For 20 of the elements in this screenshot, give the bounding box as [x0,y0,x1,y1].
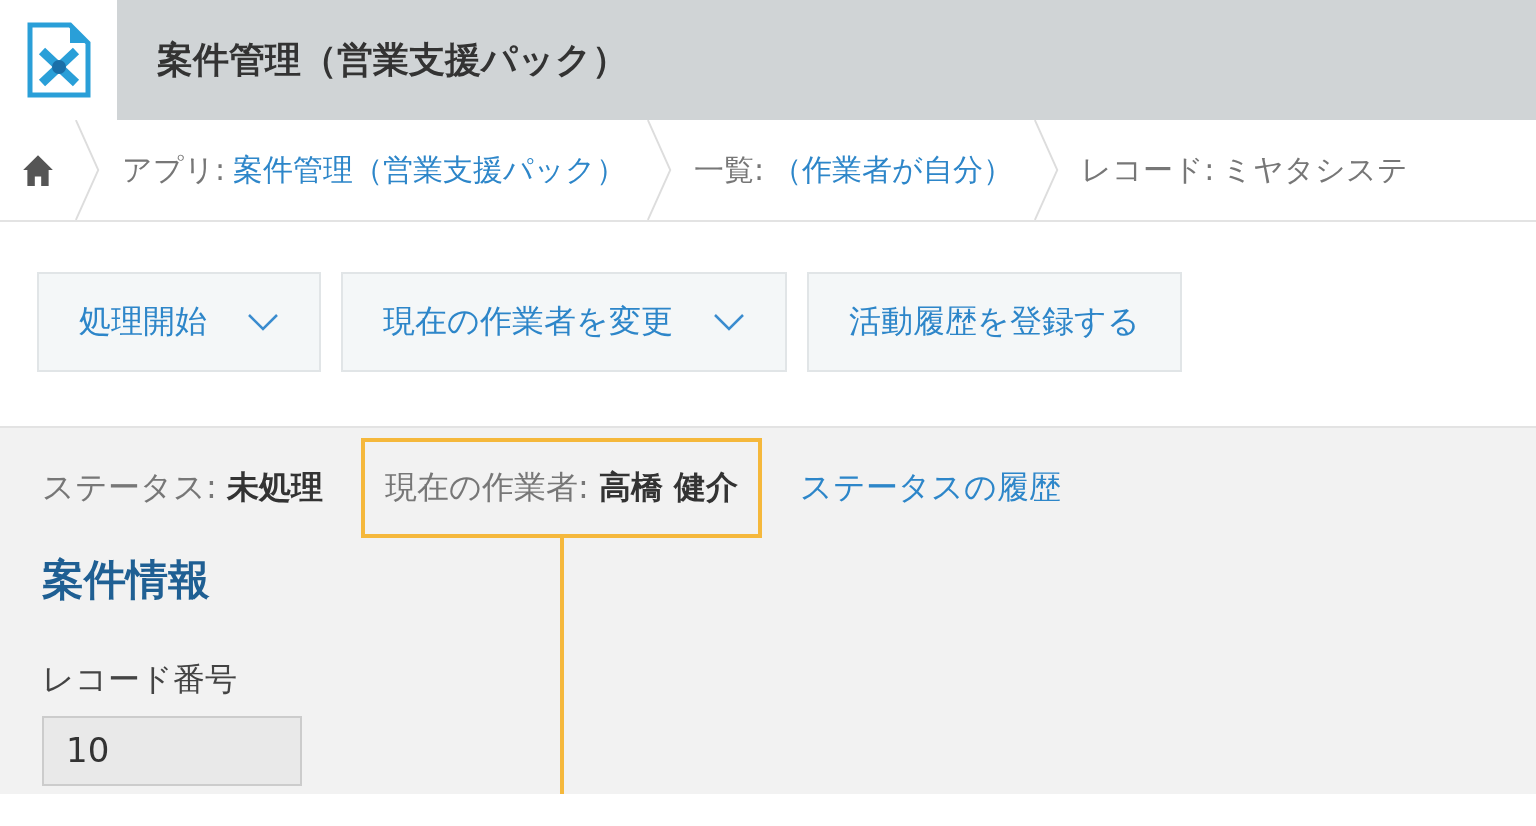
status-text: ステータス: 未処理 [42,467,323,508]
breadcrumb-link[interactable]: 案件管理（営業支援パック） [233,149,627,191]
section-title: 案件情報 [42,554,211,606]
chevron-down-icon [713,313,745,331]
action-button[interactable]: 処理開始 [37,272,321,372]
breadcrumb-link[interactable]: （作業者が自分） [772,149,1014,191]
action-button[interactable]: 現在の作業者を変更 [341,272,787,372]
action-button[interactable]: 活動履歴を登録する [807,272,1182,372]
breadcrumb-label: 一覧: [694,150,765,189]
field-label: レコード番号 [42,659,238,700]
breadcrumb-label: アプリ: [122,150,226,189]
app-icon [25,21,92,99]
status-history-link[interactable]: ステータスの履歴 [800,466,1062,510]
home-icon[interactable] [22,153,54,187]
assignee-text: 現在の作業者: 高橋 健介 [384,468,739,506]
breadcrumb-text: ミヤタシステ [1222,150,1409,189]
breadcrumb-label: レコード: [1081,150,1215,189]
chevron-down-icon [247,313,279,331]
record-number-field: 10 [42,716,302,786]
app-title: 案件管理（営業支援パック） [157,37,628,82]
